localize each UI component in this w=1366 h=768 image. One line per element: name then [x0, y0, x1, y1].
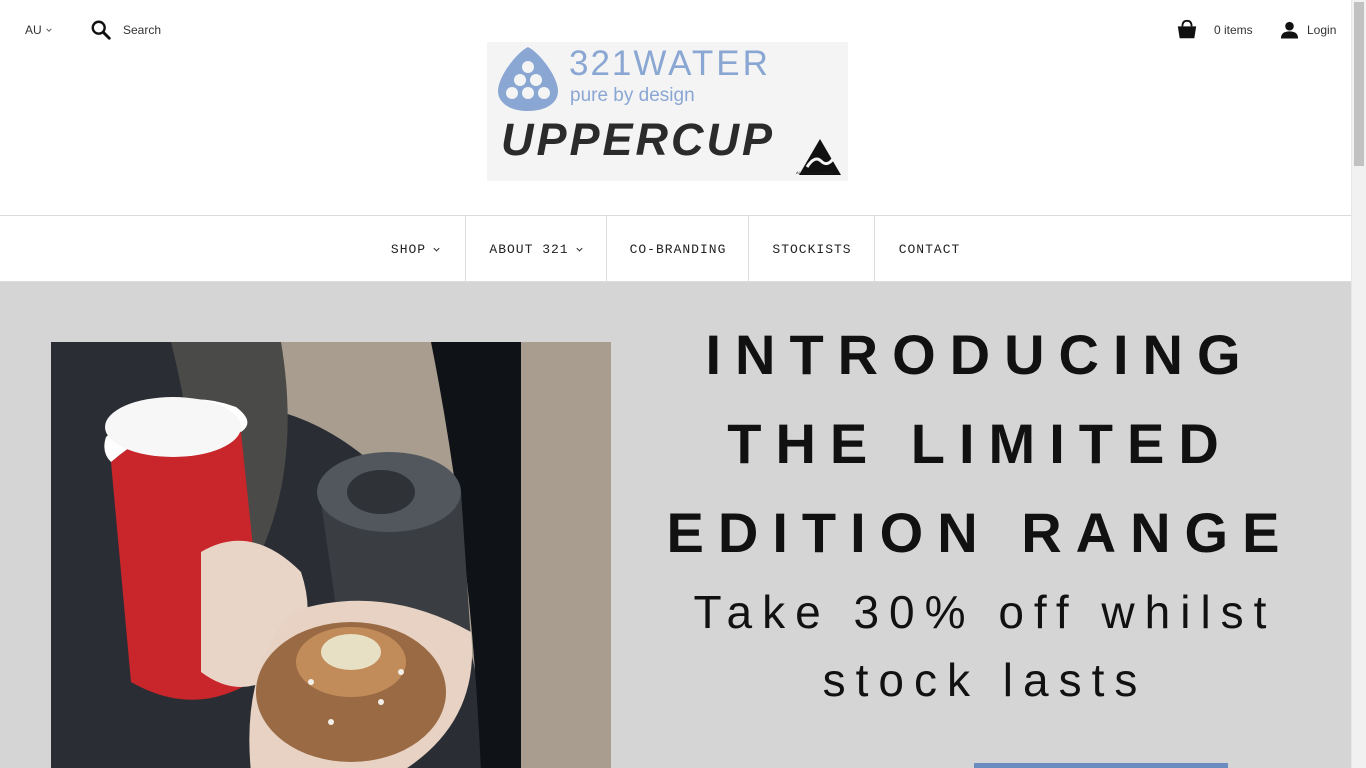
cart-button[interactable]: 0 items: [1176, 19, 1253, 41]
search-label: Search: [123, 23, 162, 37]
login-link[interactable]: Login: [1280, 20, 1336, 40]
nav-item-label: ABOUT 321: [489, 241, 569, 257]
chevron-down-icon: [45, 28, 52, 32]
logo-tagline: pure by design: [570, 85, 695, 106]
country-label: AU: [25, 23, 42, 37]
user-icon: [1280, 21, 1299, 39]
hero-photo-illustration: [51, 342, 611, 768]
nav-item-contact[interactable]: CONTACT: [874, 216, 984, 282]
nav-item-label: CO-BRANDING: [629, 241, 727, 257]
australian-made-label: AUSTRALIAN MADE: [796, 170, 834, 175]
login-label: Login: [1307, 23, 1337, 37]
nav-item-shop[interactable]: SHOP: [366, 216, 466, 282]
chevron-down-icon: [576, 247, 583, 252]
nav-item-about[interactable]: ABOUT 321: [465, 216, 607, 282]
site-logo[interactable]: 321WATER pure by design UPPERCUP AUSTRAL…: [487, 42, 848, 181]
logo-brand-number: 321: [569, 44, 634, 83]
water-drop-logo-icon: [498, 47, 558, 111]
hero-headline-line: EDITION RANGE: [666, 501, 1294, 564]
nav-item-stockists[interactable]: STOCKISTS: [748, 216, 875, 282]
hero-banner[interactable]: INTRODUCING THE LIMITED EDITION RANGE Ta…: [0, 282, 1351, 768]
hero-headline: INTRODUCING THE LIMITED EDITION RANGE: [640, 310, 1320, 577]
hero-subline-line: stock lasts: [822, 654, 1148, 706]
nav-item-label: SHOP: [390, 241, 427, 257]
scrollbar-thumb[interactable]: [1354, 2, 1364, 166]
hero-subline-line: Take 30% off whilst: [693, 586, 1277, 638]
logo-brand: 321WATER: [569, 46, 771, 81]
cart-count: 0 items: [1214, 23, 1253, 37]
basket-icon: [1177, 19, 1197, 39]
nav-item-label: CONTACT: [898, 241, 961, 257]
page: AU Search 0 items Login 321WATER pure by…: [0, 0, 1351, 768]
search-icon: [91, 20, 111, 40]
page-scrollbar[interactable]: [1351, 0, 1366, 768]
nav-item-label: STOCKISTS: [772, 241, 852, 257]
hero-subline: Take 30% off whilst stock lasts: [640, 578, 1330, 714]
hero-cta-button[interactable]: [974, 763, 1228, 768]
main-nav: SHOP ABOUT 321 CO-BRANDING STOCKISTS CON…: [0, 215, 1351, 282]
logo-brand-word: WATER: [633, 44, 771, 83]
hero-photo: [51, 342, 611, 768]
hero-headline-line: THE LIMITED: [727, 412, 1233, 475]
logo-product: UPPERCUP: [501, 114, 776, 165]
chevron-down-icon: [433, 247, 440, 252]
hero-headline-line: INTRODUCING: [705, 323, 1255, 386]
country-selector[interactable]: AU: [25, 23, 53, 37]
nav-item-co-branding[interactable]: CO-BRANDING: [606, 216, 749, 282]
search-button[interactable]: Search: [90, 19, 161, 41]
